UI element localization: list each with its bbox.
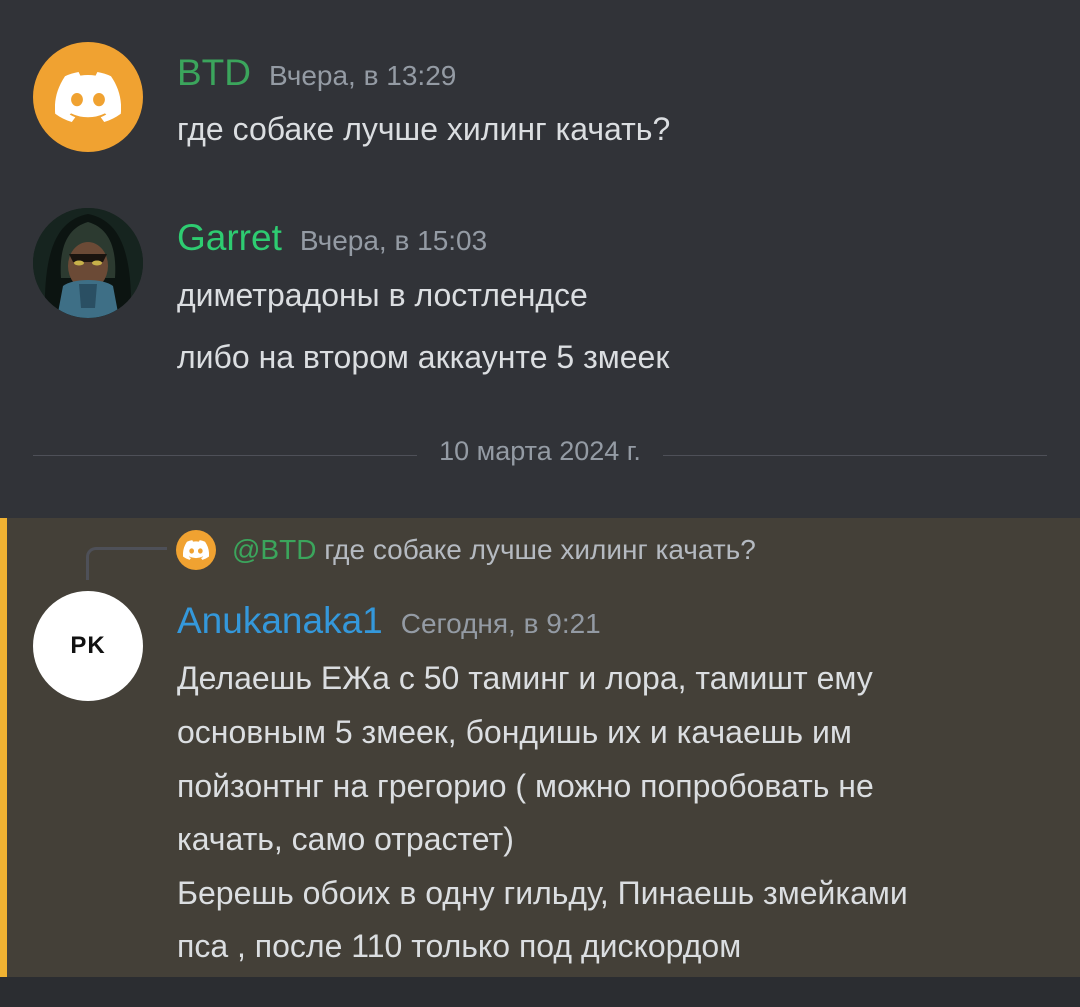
- message-text: качать, само отрастет): [177, 821, 514, 857]
- reply-mention[interactable]: @BTD: [232, 534, 316, 565]
- reply-text: где собаке лучше хилинг качать?: [324, 534, 756, 565]
- date-divider: 10 марта 2024 г.: [0, 436, 1080, 467]
- message-text: Делаешь ЕЖа с 50 таминг и лора, тамишт е…: [177, 660, 873, 696]
- date-divider-label: 10 марта 2024 г.: [417, 436, 663, 466]
- message-text: диметрадоны в лостлендсе: [177, 277, 588, 313]
- mention-highlight-bar: [0, 518, 7, 977]
- avatar[interactable]: [33, 42, 143, 152]
- timestamp: Вчера, в 15:03: [299, 225, 488, 256]
- message-header: Garret Вчера, в 15:03: [177, 217, 487, 259]
- reply-connector: [86, 547, 167, 580]
- message-text: Берешь обоих в одну гильду, Пинаешь змей…: [177, 875, 908, 911]
- message-header: Anukanaka1 Сегодня, в 9:21: [177, 600, 601, 642]
- discord-logo-icon: [55, 72, 121, 122]
- message-text: основным 5 змеек, бондишь их и качаешь и…: [177, 714, 852, 750]
- avatar-initials: PK: [70, 632, 106, 659]
- message-text: где собаке лучше хилинг качать?: [177, 111, 671, 147]
- timestamp: Сегодня, в 9:21: [400, 608, 601, 639]
- avatar[interactable]: PK: [33, 591, 143, 701]
- username[interactable]: BTD: [177, 52, 251, 93]
- message-text: пойзонтнг на грегорио ( можно попробоват…: [177, 768, 874, 804]
- reply-avatar[interactable]: [176, 530, 216, 570]
- avatar[interactable]: [33, 208, 143, 318]
- message-header: BTD Вчера, в 13:29: [177, 52, 456, 94]
- message-text: пса , после 110 только под дискордом: [177, 928, 742, 964]
- username[interactable]: Garret: [177, 217, 282, 258]
- timestamp: Вчера, в 13:29: [269, 60, 457, 91]
- hooded-figure-avatar: [33, 208, 143, 318]
- bottom-band: [0, 977, 1080, 1007]
- reply-preview[interactable]: @BTD где собаке лучше хилинг качать?: [232, 530, 756, 570]
- discord-logo-icon: [183, 540, 209, 560]
- message-text: либо на втором аккаунте 5 змеек: [177, 339, 670, 375]
- username[interactable]: Anukanaka1: [177, 600, 383, 641]
